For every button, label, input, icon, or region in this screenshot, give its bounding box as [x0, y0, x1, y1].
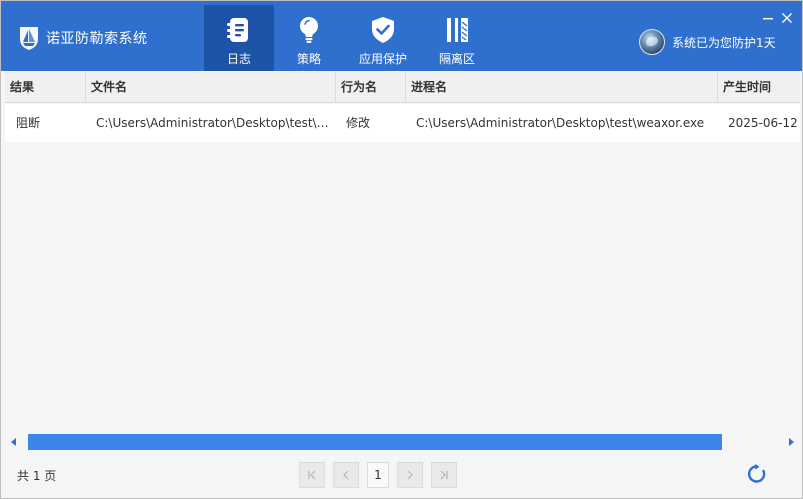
cell-result: 阻断 — [16, 116, 41, 130]
table-row[interactable]: 阻断 C:\Users\Administrator\Desktop\test\测… — [5, 104, 800, 142]
last-page-button[interactable] — [431, 462, 457, 488]
nav-tab-app-protection-label: 应用保护 — [358, 52, 407, 66]
last-page-icon — [440, 470, 448, 480]
globe-icon — [639, 29, 665, 55]
pagination: 1 — [299, 462, 465, 488]
cell-process: C:\Users\Administrator\Desktop\test\weax… — [416, 116, 705, 130]
column-header-result[interactable]: 结果 — [5, 72, 86, 103]
column-header-file-name[interactable]: 文件名 — [86, 72, 336, 103]
minimize-button[interactable] — [761, 11, 775, 25]
header-bar: 诺亚防勒索系统 日志 策略 应用保护 隔离区 系统已为您防护1天 — [1, 1, 802, 71]
column-header-action[interactable]: 行为名 — [336, 72, 406, 103]
column-header-time[interactable]: 产生时间 — [718, 72, 800, 103]
nav-tab-log-label: 日志 — [226, 52, 251, 66]
nav-tab-policy[interactable]: 策略 — [274, 5, 344, 71]
prev-page-button[interactable] — [333, 462, 359, 488]
nav-tab-log[interactable]: 日志 — [204, 5, 274, 71]
app-title: 诺亚防勒索系统 — [46, 31, 148, 47]
current-page-number[interactable]: 1 — [367, 462, 389, 488]
page-count-label: 共 1 页 — [17, 469, 57, 483]
first-page-icon — [308, 470, 316, 480]
main-nav: 日志 策略 应用保护 隔离区 — [204, 5, 492, 71]
next-page-button[interactable] — [397, 462, 423, 488]
app-window: 诺亚防勒索系统 日志 策略 应用保护 隔离区 系统已为您防护1天 结果 文件名 … — [0, 0, 803, 499]
close-button[interactable] — [780, 11, 794, 25]
quarantine-bars-icon — [447, 18, 468, 42]
scroll-right-arrow-icon[interactable] — [789, 438, 794, 446]
log-table: 结果 文件名 行为名 进程名 产生时间 阻断 C:\Users\Administ… — [5, 72, 800, 434]
protection-status: 系统已为您防护1天 — [639, 29, 776, 55]
refresh-icon[interactable] — [746, 463, 768, 485]
shield-check-icon — [372, 17, 394, 43]
scrollbar-thumb[interactable] — [28, 434, 722, 450]
scroll-left-arrow-icon[interactable] — [11, 438, 16, 446]
horizontal-scrollbar[interactable] — [5, 433, 800, 451]
cell-time: 2025-06-12 0 — [728, 116, 800, 130]
first-page-button[interactable] — [299, 462, 325, 488]
nav-tab-quarantine-label: 隔离区 — [438, 52, 475, 66]
chevron-right-icon — [407, 470, 413, 480]
nav-tab-quarantine[interactable]: 隔离区 — [422, 5, 492, 71]
cell-action: 修改 — [346, 116, 371, 130]
brand: 诺亚防勒索系统 — [17, 25, 148, 51]
log-book-icon — [227, 18, 248, 42]
cell-file-name: C:\Users\Administrator\Desktop\test\测... — [96, 116, 336, 130]
chevron-left-icon — [343, 470, 349, 480]
nav-tab-app-protection[interactable]: 应用保护 — [344, 5, 422, 71]
sail-logo-icon — [20, 27, 38, 50]
column-header-process[interactable]: 进程名 — [406, 72, 718, 103]
table-header: 结果 文件名 行为名 进程名 产生时间 — [5, 72, 800, 103]
protection-status-text: 系统已为您防护1天 — [672, 35, 776, 50]
lightbulb-icon — [300, 17, 318, 43]
nav-tab-policy-label: 策略 — [296, 52, 321, 66]
